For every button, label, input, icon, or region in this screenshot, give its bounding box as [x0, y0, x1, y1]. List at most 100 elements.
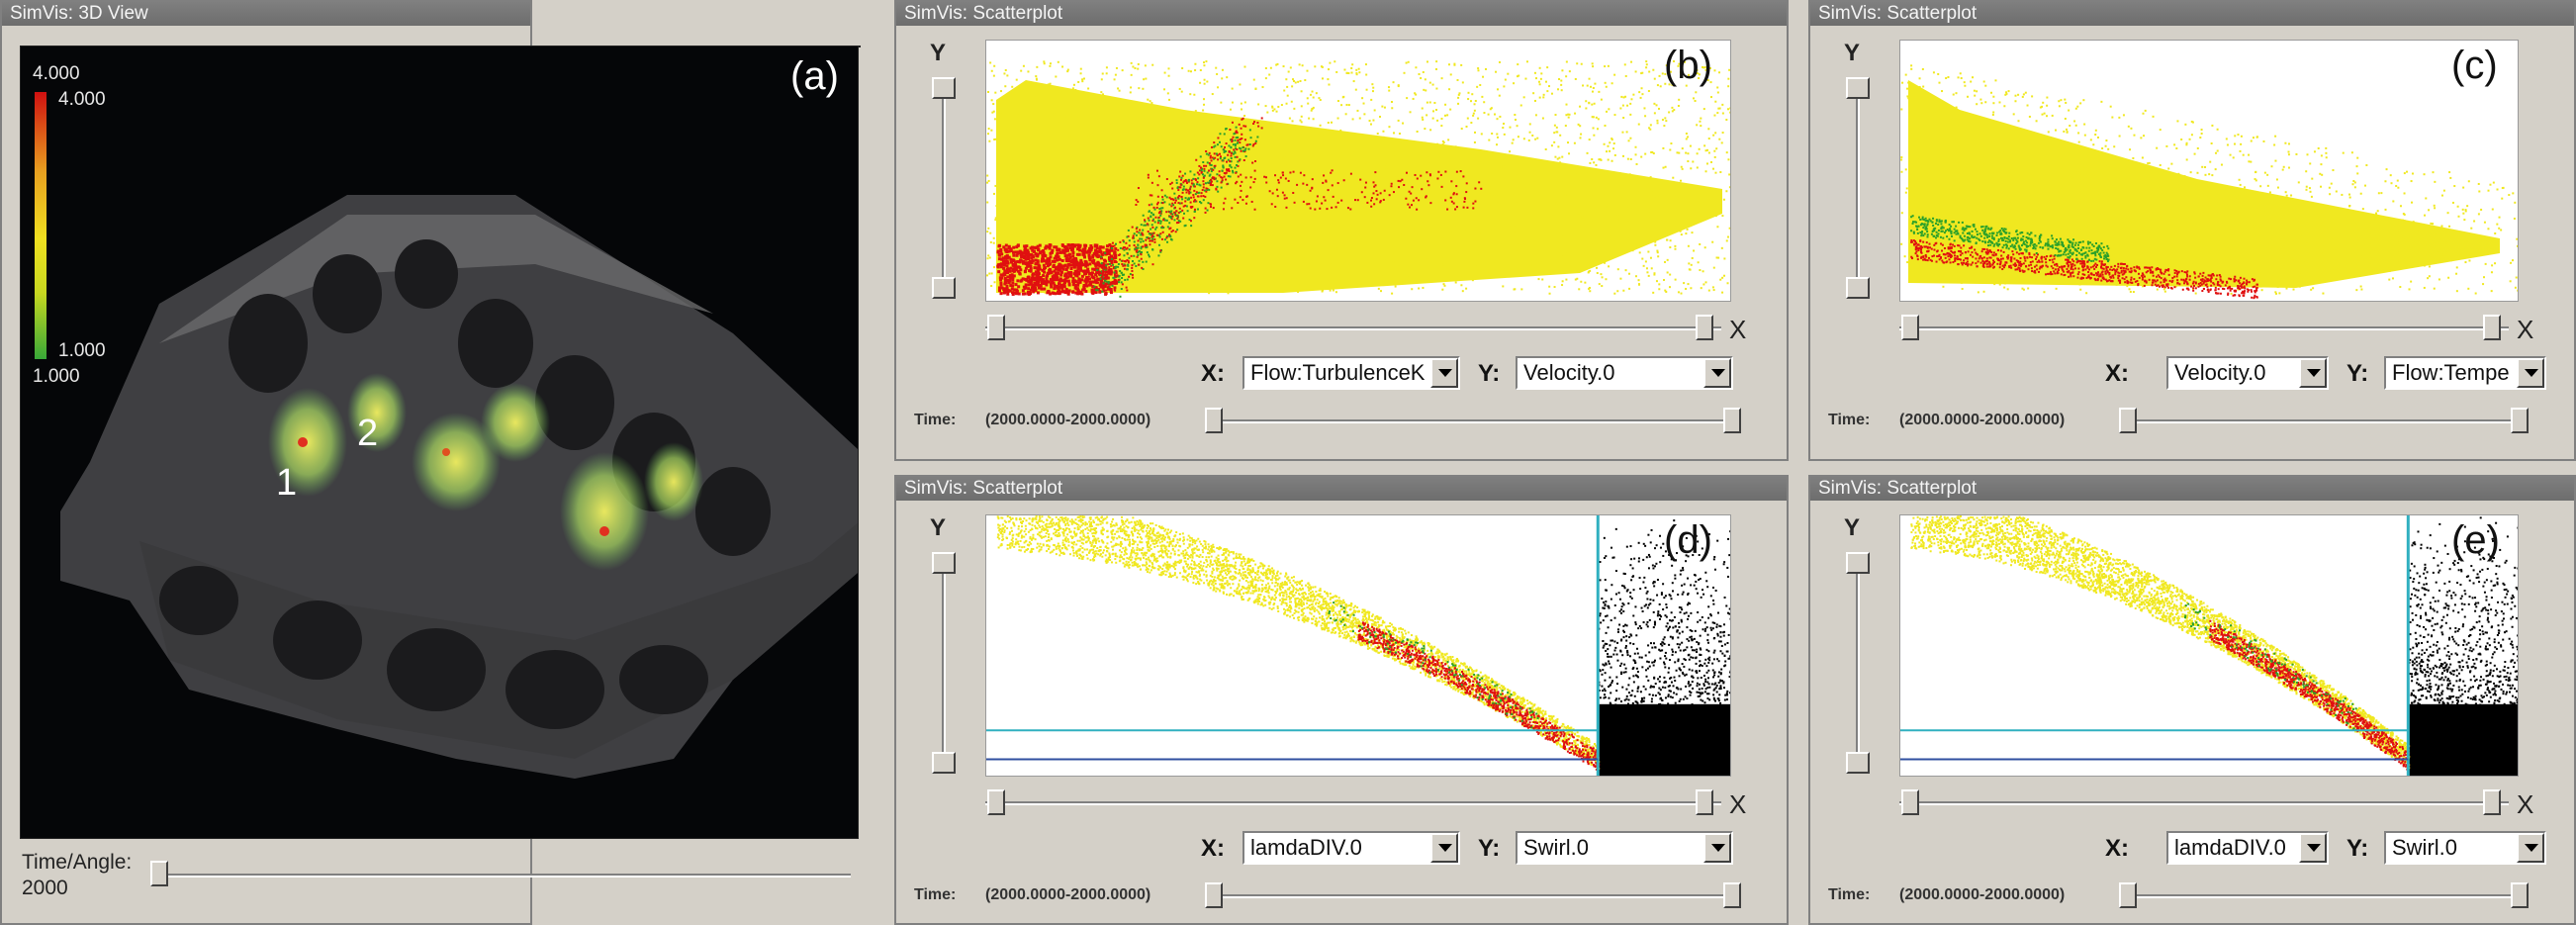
x-range-slider-right-thumb[interactable] — [1696, 789, 1713, 815]
time-slider-track[interactable] — [2123, 419, 2525, 423]
time-slider-track[interactable] — [2123, 894, 2525, 898]
time-slider-right-thumb[interactable] — [2511, 408, 2529, 433]
time-slider-left-thumb[interactable] — [2119, 408, 2137, 433]
y-range-slider-bottom-thumb[interactable] — [1846, 277, 1870, 299]
panel-label: (e) — [2451, 518, 2500, 562]
y-axis-letter: Y — [1844, 514, 1861, 541]
scatter-points — [986, 515, 1730, 776]
region-marker-1: 1 — [276, 462, 298, 504]
y-range-slider-top-thumb[interactable] — [932, 77, 956, 99]
y-axis-select-value: Velocity.0 — [1523, 360, 1615, 385]
time-slider-right-thumb[interactable] — [2511, 882, 2529, 908]
time-slider-left-thumb[interactable] — [1205, 408, 1223, 433]
x-axis-letter: X — [2517, 789, 2534, 819]
chevron-down-icon[interactable] — [1430, 358, 1458, 388]
legend-max-outer: 4.000 — [33, 63, 80, 84]
x-range-slider-track[interactable] — [985, 326, 1721, 330]
y-axis-letter: Y — [1844, 40, 1861, 66]
y-range-slider-top-thumb[interactable] — [932, 552, 956, 574]
x-axis-select[interactable]: lamdaDIV.0 — [2166, 831, 2329, 865]
window-title: SimVis: Scatterplot — [896, 2, 1787, 26]
x-range-slider-left-thumb[interactable] — [987, 315, 1005, 340]
x-range-slider-right-thumb[interactable] — [1696, 315, 1713, 340]
x-range-slider-right-thumb[interactable] — [2483, 789, 2501, 815]
region-marker-2: 2 — [357, 413, 379, 454]
time-range: (2000.0000-2000.0000) — [985, 412, 1151, 428]
y-axis-select[interactable]: Swirl.0 — [2384, 831, 2546, 865]
scatterplot-canvas[interactable] — [985, 514, 1731, 777]
x-axis-letter: X — [1729, 789, 1747, 819]
x-axis-letter: X — [2517, 315, 2534, 344]
color-legend-bar — [35, 92, 46, 359]
y-axis-combo-label: Y: — [2346, 835, 2369, 862]
window-title: SimVis: 3D View — [2, 2, 530, 26]
legend-min-inner: 1.000 — [58, 340, 106, 361]
time-angle-label: Time/Angle: — [22, 851, 133, 874]
x-axis-combo-label: X: — [2105, 360, 2129, 387]
y-axis-select-value: Swirl.0 — [2392, 835, 2458, 860]
x-axis-select-value: lamdaDIV.0 — [2174, 835, 2286, 860]
time-slider-right-thumb[interactable] — [1723, 882, 1741, 908]
y-range-slider-track[interactable] — [942, 77, 946, 295]
panel-label: (c) — [2451, 44, 2498, 87]
y-axis-select[interactable]: Swirl.0 — [1516, 831, 1733, 865]
time-angle-slider-track[interactable] — [158, 874, 851, 878]
time-label: Time: — [914, 412, 957, 428]
chevron-down-icon[interactable] — [2299, 833, 2327, 863]
scatterplot-canvas[interactable] — [1899, 40, 2519, 302]
y-range-slider-top-thumb[interactable] — [1846, 552, 1870, 574]
time-angle-slider-thumb[interactable] — [150, 861, 168, 886]
chevron-down-icon[interactable] — [1703, 358, 1731, 388]
y-axis-select[interactable]: Velocity.0 — [1516, 356, 1733, 390]
chevron-down-icon[interactable] — [1703, 833, 1731, 863]
3d-render-viewport[interactable]: 4.000 4.000 1.000 1.000 (a) 1 2 — [20, 46, 859, 839]
panel-label: (a) — [790, 54, 839, 98]
scatter-points — [1900, 515, 2518, 776]
x-range-slider-left-thumb[interactable] — [1901, 315, 1919, 340]
x-axis-combo-label: X: — [1201, 835, 1225, 862]
time-label: Time: — [914, 886, 957, 903]
chevron-down-icon[interactable] — [2517, 833, 2544, 863]
y-axis-select[interactable]: Flow:Tempe — [2384, 356, 2546, 390]
y-axis-select-value: Swirl.0 — [1523, 835, 1590, 860]
time-slider-track[interactable] — [1209, 894, 1737, 898]
x-axis-select[interactable]: Flow:TurbulenceK — [1242, 356, 1460, 390]
chevron-down-icon[interactable] — [2299, 358, 2327, 388]
chevron-down-icon[interactable] — [2517, 358, 2544, 388]
time-slider-right-thumb[interactable] — [1723, 408, 1741, 433]
scatterplot-canvas[interactable] — [1899, 514, 2519, 777]
panel-label: (b) — [1664, 44, 1712, 87]
y-range-slider-bottom-thumb[interactable] — [932, 277, 956, 299]
time-range: (2000.0000-2000.0000) — [1899, 886, 2066, 903]
y-range-slider-track[interactable] — [1856, 552, 1860, 770]
y-range-slider-track[interactable] — [942, 552, 946, 770]
x-range-slider-track[interactable] — [1899, 326, 2509, 330]
x-axis-select[interactable]: lamdaDIV.0 — [1242, 831, 1460, 865]
x-range-slider-left-thumb[interactable] — [1901, 789, 1919, 815]
scatterplot-canvas[interactable] — [985, 40, 1731, 302]
y-range-slider-bottom-thumb[interactable] — [1846, 752, 1870, 774]
chevron-down-icon[interactable] — [1430, 833, 1458, 863]
scatter-points — [986, 60, 1730, 298]
y-axis-combo-label: Y: — [2346, 360, 2369, 387]
x-axis-combo-label: X: — [2105, 835, 2129, 862]
y-range-slider-bottom-thumb[interactable] — [932, 752, 956, 774]
y-axis-combo-label: Y: — [1478, 835, 1501, 862]
window-title: SimVis: Scatterplot — [1810, 2, 2574, 26]
x-axis-select[interactable]: Velocity.0 — [2166, 356, 2329, 390]
y-range-slider-top-thumb[interactable] — [1846, 77, 1870, 99]
x-range-slider-track[interactable] — [1899, 801, 2509, 805]
time-range: (2000.0000-2000.0000) — [1899, 412, 2066, 428]
time-slider-left-thumb[interactable] — [1205, 882, 1223, 908]
scatter-points — [1900, 64, 2518, 300]
time-slider-track[interactable] — [1209, 419, 1737, 423]
time-slider-left-thumb[interactable] — [2119, 882, 2137, 908]
time-range: (2000.0000-2000.0000) — [985, 886, 1151, 903]
window-title: SimVis: Scatterplot — [896, 477, 1787, 501]
x-range-slider-right-thumb[interactable] — [2483, 315, 2501, 340]
x-range-slider-track[interactable] — [985, 801, 1721, 805]
y-range-slider-track[interactable] — [1856, 77, 1860, 295]
x-axis-letter: X — [1729, 315, 1747, 344]
panel-label: (d) — [1664, 518, 1712, 562]
x-range-slider-left-thumb[interactable] — [987, 789, 1005, 815]
